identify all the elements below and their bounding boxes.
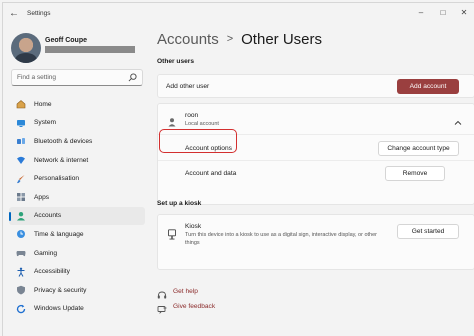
sidebar-item-home[interactable]: Home bbox=[9, 95, 145, 114]
accessibility-icon bbox=[16, 267, 26, 277]
account-data-label: Account and data bbox=[185, 170, 237, 177]
add-other-user-label: Add other user bbox=[166, 83, 210, 90]
sidebar-item-accessibility[interactable]: Accessibility bbox=[9, 262, 145, 281]
search-icon bbox=[128, 73, 137, 82]
user-name: Geoff Coupe bbox=[45, 37, 87, 44]
system-icon bbox=[16, 118, 26, 128]
network-icon bbox=[16, 155, 26, 165]
sidebar-item-gaming[interactable]: Gaming bbox=[9, 244, 145, 263]
search-input[interactable]: Find a setting bbox=[11, 69, 143, 86]
chevron-up-icon[interactable] bbox=[454, 114, 462, 132]
sidebar-item-apps[interactable]: Apps bbox=[9, 188, 145, 207]
user-account-card: roon Local account Account options Chang… bbox=[157, 103, 474, 205]
home-icon bbox=[16, 99, 26, 109]
sidebar-item-label: Accessibility bbox=[34, 268, 70, 276]
sidebar-item-label: Network & internet bbox=[34, 156, 89, 164]
sidebar-item-label: Gaming bbox=[34, 249, 58, 257]
back-button[interactable]: ← bbox=[9, 8, 21, 20]
section-title-other-users: Other users bbox=[157, 58, 195, 65]
breadcrumb-separator: > bbox=[226, 33, 234, 45]
add-user-card: Add other user Add account bbox=[157, 74, 474, 98]
sidebar-item-system[interactable]: System bbox=[9, 114, 145, 133]
breadcrumb: Accounts > Other Users bbox=[157, 31, 322, 48]
sidebar-item-windows-update[interactable]: Windows Update bbox=[9, 300, 145, 319]
kiosk-description: Turn this device into a kiosk to use as … bbox=[185, 232, 377, 246]
minimize-button[interactable]: – bbox=[413, 6, 429, 20]
sidebar-item-label: Accounts bbox=[34, 212, 62, 220]
help-icon bbox=[157, 287, 167, 299]
sidebar-item-label: Bluetooth & devices bbox=[34, 137, 93, 145]
highlight-outline bbox=[159, 129, 237, 153]
divider bbox=[158, 160, 474, 161]
account-name: roon bbox=[185, 112, 199, 119]
breadcrumb-parent[interactable]: Accounts bbox=[157, 31, 219, 48]
avatar[interactable] bbox=[11, 33, 41, 63]
sidebar-item-privacy-security[interactable]: Privacy & security bbox=[9, 281, 145, 300]
sidebar: Geoff Coupe Find a setting Home System B… bbox=[3, 25, 149, 336]
update-icon bbox=[16, 304, 26, 314]
settings-window: ← Settings – □ ✕ Geoff Coupe Find a sett… bbox=[2, 2, 474, 336]
change-account-type-button[interactable]: Change account type bbox=[378, 141, 459, 156]
kiosk-title: Kiosk bbox=[185, 223, 202, 230]
sidebar-nav: Home System Bluetooth & devices Network … bbox=[9, 95, 145, 318]
page-title: Other Users bbox=[241, 31, 322, 48]
give-feedback-link[interactable]: Give feedback bbox=[173, 303, 215, 310]
sidebar-item-personalisation[interactable]: Personalisation bbox=[9, 169, 145, 188]
get-started-button[interactable]: Get started bbox=[397, 224, 459, 239]
brush-icon bbox=[16, 174, 26, 184]
user-email-redacted bbox=[45, 46, 135, 53]
get-help-link[interactable]: Get help bbox=[173, 288, 198, 295]
search-placeholder: Find a setting bbox=[17, 74, 57, 81]
sidebar-item-label: Home bbox=[34, 100, 52, 108]
sidebar-item-accounts[interactable]: Accounts bbox=[9, 206, 145, 226]
apps-icon bbox=[16, 192, 26, 202]
accounts-icon bbox=[16, 211, 26, 221]
shield-icon bbox=[16, 285, 26, 295]
sidebar-item-network[interactable]: Network & internet bbox=[9, 151, 145, 170]
sidebar-item-time-language[interactable]: Time & language bbox=[9, 225, 145, 244]
main-content: Accounts > Other Users Other users Add oth… bbox=[149, 25, 474, 336]
maximize-button[interactable]: □ bbox=[435, 6, 451, 20]
close-button[interactable]: ✕ bbox=[456, 6, 472, 20]
gaming-icon bbox=[16, 248, 26, 258]
add-account-button[interactable]: Add account bbox=[397, 79, 459, 94]
feedback-icon bbox=[157, 302, 167, 314]
globe-clock-icon bbox=[16, 229, 26, 239]
kiosk-card: Kiosk Turn this device into a kiosk to u… bbox=[157, 214, 474, 270]
account-type: Local account bbox=[185, 121, 219, 127]
remove-button[interactable]: Remove bbox=[385, 166, 445, 181]
app-title: Settings bbox=[27, 10, 51, 17]
bluetooth-icon bbox=[16, 136, 26, 146]
sidebar-item-label: Privacy & security bbox=[34, 286, 87, 294]
section-title-kiosk: Set up a kiosk bbox=[157, 200, 202, 207]
kiosk-icon bbox=[167, 227, 177, 245]
title-bar: ← Settings – □ ✕ bbox=[3, 3, 474, 25]
sidebar-item-label: Windows Update bbox=[34, 305, 84, 313]
sidebar-item-label: System bbox=[34, 119, 56, 127]
sidebar-item-label: Time & language bbox=[34, 230, 84, 238]
sidebar-item-label: Personalisation bbox=[34, 175, 80, 183]
sidebar-item-bluetooth[interactable]: Bluetooth & devices bbox=[9, 132, 145, 151]
sidebar-item-label: Apps bbox=[34, 193, 50, 201]
